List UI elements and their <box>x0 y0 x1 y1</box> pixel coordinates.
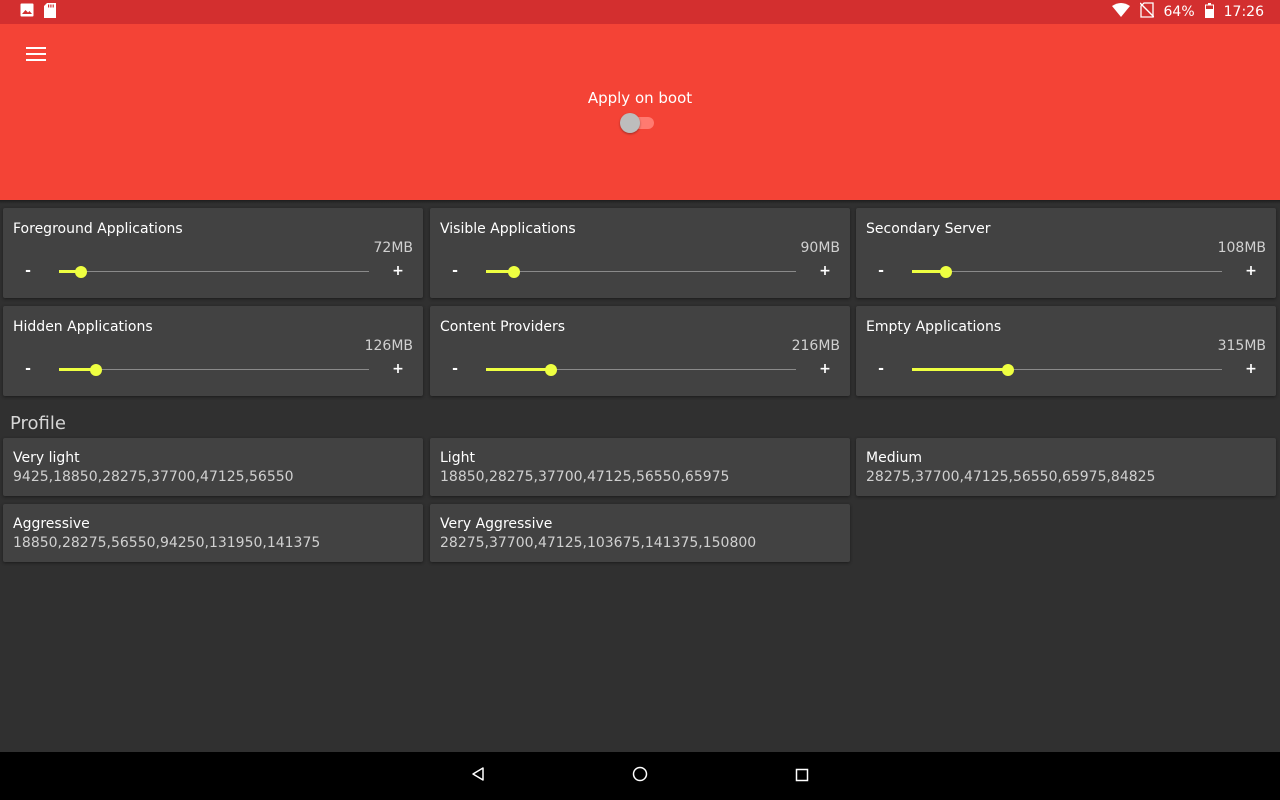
profile-values: 18850,28275,37700,47125,56550,65975 <box>440 469 730 485</box>
profile-name: Medium <box>866 450 922 466</box>
decrease-button[interactable]: - <box>18 361 38 377</box>
slider-value: 216MB <box>791 338 840 354</box>
home-icon <box>632 766 648 786</box>
profile-values: 28275,37700,47125,103675,141375,150800 <box>440 535 757 551</box>
slider-fill <box>486 368 552 371</box>
profile-name: Very Aggressive <box>440 516 553 532</box>
battery-percent: 64% <box>1163 4 1195 20</box>
app-bar: Apply on boot <box>0 24 1280 200</box>
recents-button[interactable] <box>790 764 814 788</box>
slider[interactable] <box>912 364 1222 376</box>
slider-card-foreground: Foreground Applications 72MB - + <box>3 208 423 298</box>
back-icon <box>470 766 486 786</box>
recents-icon <box>795 767 809 786</box>
profile-card-light[interactable]: Light 18850,28275,37700,47125,56550,6597… <box>430 438 850 496</box>
slider-fill <box>912 368 1009 371</box>
slider-card-visible: Visible Applications 90MB - + <box>430 208 850 298</box>
slider-value: 315MB <box>1217 338 1266 354</box>
decrease-button[interactable]: - <box>871 263 891 279</box>
battery-icon <box>1204 2 1214 22</box>
slider-value: 72MB <box>373 240 414 256</box>
slider-rail <box>59 369 369 370</box>
slider-card-empty: Empty Applications 315MB - + <box>856 306 1276 396</box>
app-bar-shadow <box>0 200 1280 204</box>
decrease-button[interactable]: - <box>445 263 465 279</box>
menu-icon <box>26 46 46 66</box>
increase-button[interactable]: + <box>815 263 835 279</box>
slider-rail <box>912 271 1222 272</box>
profile-name: Very light <box>13 450 80 466</box>
profile-card-very-aggressive[interactable]: Very Aggressive 28275,37700,47125,103675… <box>430 504 850 562</box>
decrease-button[interactable]: - <box>18 263 38 279</box>
home-button[interactable] <box>628 764 652 788</box>
slider-value: 90MB <box>800 240 841 256</box>
slider[interactable] <box>486 266 796 278</box>
image-icon <box>20 3 34 21</box>
no-sim-icon <box>1138 2 1155 22</box>
sd-card-icon <box>44 2 56 22</box>
decrease-button[interactable]: - <box>871 361 891 377</box>
slider-title: Visible Applications <box>440 221 576 237</box>
slider-knob[interactable] <box>940 266 953 278</box>
profile-values: 9425,18850,28275,37700,47125,56550 <box>13 469 294 485</box>
navigation-bar <box>0 752 1280 800</box>
slider[interactable] <box>486 364 796 376</box>
slider-card-secondary-server: Secondary Server 108MB - + <box>856 208 1276 298</box>
slider-title: Hidden Applications <box>13 319 153 335</box>
slider-rail <box>59 271 369 272</box>
increase-button[interactable]: + <box>1241 263 1261 279</box>
profile-card-very-light[interactable]: Very light 9425,18850,28275,37700,47125,… <box>3 438 423 496</box>
profile-values: 28275,37700,47125,56550,65975,84825 <box>866 469 1156 485</box>
slider[interactable] <box>59 266 369 278</box>
profile-card-aggressive[interactable]: Aggressive 18850,28275,56550,94250,13195… <box>3 504 423 562</box>
increase-button[interactable]: + <box>815 361 835 377</box>
slider-knob[interactable] <box>90 364 103 376</box>
slider-knob[interactable] <box>507 266 520 278</box>
slider-title: Content Providers <box>440 319 566 335</box>
status-bar: 64% 17:26 <box>0 0 1280 24</box>
switch-thumb <box>620 113 640 133</box>
slider-title: Foreground Applications <box>13 221 183 237</box>
slider-knob[interactable] <box>74 266 87 278</box>
slider-card-hidden: Hidden Applications 126MB - + <box>3 306 423 396</box>
clock: 17:26 <box>1223 4 1264 20</box>
menu-button[interactable] <box>20 42 52 70</box>
slider[interactable] <box>912 266 1222 278</box>
slider-knob[interactable] <box>545 364 558 376</box>
decrease-button[interactable]: - <box>445 361 465 377</box>
profile-card-medium[interactable]: Medium 28275,37700,47125,56550,65975,848… <box>856 438 1276 496</box>
slider-rail <box>486 271 796 272</box>
slider-value: 108MB <box>1217 240 1266 256</box>
slider-card-content-providers: Content Providers 216MB - + <box>430 306 850 396</box>
increase-button[interactable]: + <box>1241 361 1261 377</box>
profile-section-title: Profile <box>10 413 66 434</box>
slider-knob[interactable] <box>1002 364 1015 376</box>
apply-on-boot-switch[interactable] <box>620 113 656 133</box>
slider[interactable] <box>59 364 369 376</box>
profile-name: Light <box>440 450 475 466</box>
slider-title: Secondary Server <box>866 221 991 237</box>
increase-button[interactable]: + <box>388 263 408 279</box>
back-button[interactable] <box>466 764 490 788</box>
profile-values: 18850,28275,56550,94250,131950,141375 <box>13 535 321 551</box>
apply-on-boot-label: Apply on boot <box>587 89 693 107</box>
slider-value: 126MB <box>364 338 413 354</box>
increase-button[interactable]: + <box>388 361 408 377</box>
profile-name: Aggressive <box>13 516 90 532</box>
wifi-icon <box>1111 3 1130 21</box>
slider-title: Empty Applications <box>866 319 1002 335</box>
